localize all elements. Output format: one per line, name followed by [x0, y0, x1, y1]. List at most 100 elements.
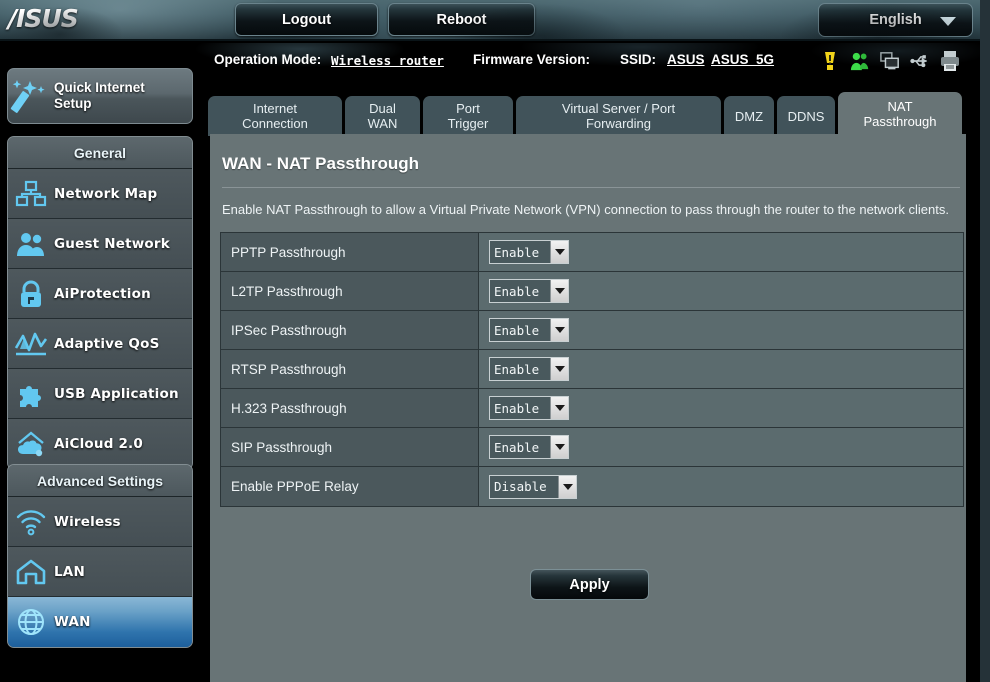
sidebar-item-label: WAN: [54, 614, 91, 630]
sidebar-group-general-title: General: [8, 137, 192, 169]
qos-chart-icon: [8, 330, 54, 358]
chevron-down-icon[interactable]: [550, 319, 568, 341]
sidebar-group-advanced-title: Advanced Settings: [8, 465, 192, 497]
select-value: Enable: [494, 322, 540, 338]
tab-nat-passthrough[interactable]: NAT Passthrough: [838, 92, 962, 136]
ssid-value-5g[interactable]: ASUS_5G: [711, 52, 774, 67]
sidebar-item-label: AiProtection: [54, 285, 151, 302]
chevron-down-icon[interactable]: [550, 358, 568, 380]
tab-internet-connection[interactable]: Internet Connection: [208, 96, 342, 136]
table-row: Enable PPPoE Relay Disable: [221, 467, 963, 506]
select-value: Enable: [494, 283, 540, 299]
row-value: Enable: [479, 233, 963, 271]
sidebar-item-wan[interactable]: WAN: [8, 597, 192, 647]
tab-ddns[interactable]: DDNS: [777, 96, 835, 136]
logout-button[interactable]: Logout: [235, 3, 378, 36]
guest-network-icon: [8, 230, 54, 258]
pptp-passthrough-select[interactable]: Enable: [489, 240, 569, 264]
sidebar-group-general: General Network Map Guest Network AiProt…: [7, 136, 193, 470]
select-value: Enable: [494, 361, 540, 377]
sidebar-item-label: USB Application: [54, 385, 179, 402]
sidebar-item-wireless[interactable]: Wireless: [8, 497, 192, 547]
h323-passthrough-select[interactable]: Enable: [489, 396, 569, 420]
sidebar-item-lan[interactable]: LAN: [8, 547, 192, 597]
reboot-button[interactable]: Reboot: [388, 3, 535, 36]
alert-icon[interactable]: [820, 50, 840, 72]
sidebar-item-label: Guest Network: [54, 235, 170, 252]
chevron-down-icon[interactable]: [550, 241, 568, 263]
row-value: Enable: [479, 428, 963, 466]
tab-virtual-server-port-forwarding[interactable]: Virtual Server / Port Forwarding: [516, 96, 721, 136]
ipsec-passthrough-select[interactable]: Enable: [489, 318, 569, 342]
chevron-down-icon[interactable]: [550, 397, 568, 419]
operation-mode-label: Operation Mode:: [214, 52, 322, 67]
select-value: Enable: [494, 400, 540, 416]
sidebar-item-adaptive-qos[interactable]: Adaptive QoS: [8, 319, 192, 369]
rtsp-passthrough-select[interactable]: Enable: [489, 357, 569, 381]
tab-port-trigger[interactable]: Port Trigger: [423, 96, 513, 136]
cloud-house-icon: [8, 430, 54, 458]
row-value: Enable: [479, 350, 963, 388]
language-selector[interactable]: English: [818, 3, 973, 37]
firmware-version-label: Firmware Version:: [473, 52, 591, 67]
lock-shield-icon: [8, 279, 54, 309]
usb-icon[interactable]: [910, 50, 930, 72]
sidebar-group-advanced: Advanced Settings Wireless LAN WAN: [7, 464, 193, 648]
row-label: SIP Passthrough: [221, 428, 479, 466]
table-row: RTSP Passthrough Enable: [221, 350, 963, 389]
pppoe-relay-select[interactable]: Disable: [489, 474, 577, 499]
sip-passthrough-select[interactable]: Enable: [489, 435, 569, 459]
row-label: PPTP Passthrough: [221, 233, 479, 271]
network-map-icon: [8, 180, 54, 208]
row-value: Enable: [479, 272, 963, 310]
top-banner: /ISUS Logout Reboot English: [0, 0, 990, 41]
status-icon-tray: [820, 50, 960, 72]
chevron-down-icon[interactable]: [550, 280, 568, 302]
sidebar-item-label: Wireless: [54, 513, 121, 530]
house-icon: [8, 558, 54, 586]
monitor-icon[interactable]: [880, 50, 900, 72]
page-title: WAN - NAT Passthrough: [222, 154, 420, 173]
quick-setup-label: Quick Internet Setup: [54, 80, 145, 111]
ssid-value-24g[interactable]: ASUS: [667, 52, 705, 67]
sidebar-item-aicloud[interactable]: AiCloud 2.0: [8, 419, 192, 469]
apply-button[interactable]: Apply: [530, 569, 649, 600]
printer-icon[interactable]: [940, 50, 960, 72]
row-value: Disable: [479, 467, 963, 506]
l2tp-passthrough-select[interactable]: Enable: [489, 279, 569, 303]
tab-dual-wan[interactable]: Dual WAN: [345, 96, 420, 136]
chevron-down-icon[interactable]: [558, 475, 576, 498]
row-label: IPSec Passthrough: [221, 311, 479, 349]
select-value: Disable: [494, 479, 547, 494]
select-value: Enable: [494, 439, 540, 455]
tab-dmz[interactable]: DMZ: [724, 96, 774, 136]
active-pointer-icon: [192, 606, 193, 638]
globe-icon: [8, 607, 54, 637]
magic-wand-icon: [10, 80, 45, 113]
right-edge-strip: [980, 0, 990, 682]
nat-passthrough-table: PPTP Passthrough Enable L2TP Passthrough…: [220, 232, 964, 507]
quick-internet-setup-button[interactable]: Quick Internet Setup: [7, 68, 193, 124]
content-area: Internet Connection Dual WAN Port Trigger V…: [204, 90, 980, 682]
operation-mode-value[interactable]: Wireless router: [331, 53, 444, 68]
settings-panel: WAN - NAT Passthrough Enable NAT Passthr…: [210, 134, 972, 682]
sidebar-item-guest-network[interactable]: Guest Network: [8, 219, 192, 269]
select-value: Enable: [494, 244, 540, 260]
puzzle-icon: [8, 379, 54, 409]
row-label: L2TP Passthrough: [221, 272, 479, 310]
page-description: Enable NAT Passthrough to allow a Virtua…: [222, 202, 949, 217]
sidebar-item-label: Adaptive QoS: [54, 335, 160, 352]
sidebar-item-usb-application[interactable]: USB Application: [8, 369, 192, 419]
row-label: Enable PPPoE Relay: [221, 467, 479, 506]
chevron-down-icon: [940, 17, 956, 26]
row-label: RTSP Passthrough: [221, 350, 479, 388]
sidebar-item-network-map[interactable]: Network Map: [8, 169, 192, 219]
sidebar-item-aiprotection[interactable]: AiProtection: [8, 269, 192, 319]
table-row: H.323 Passthrough Enable: [221, 389, 963, 428]
ssid-label: SSID:: [620, 52, 657, 67]
chevron-down-icon[interactable]: [550, 436, 568, 458]
table-row: IPSec Passthrough Enable: [221, 311, 963, 350]
asus-logo: /ISUS: [8, 4, 79, 33]
clients-users-icon[interactable]: [850, 50, 870, 72]
sidebar: Quick Internet Setup General Network Map…: [0, 60, 204, 682]
